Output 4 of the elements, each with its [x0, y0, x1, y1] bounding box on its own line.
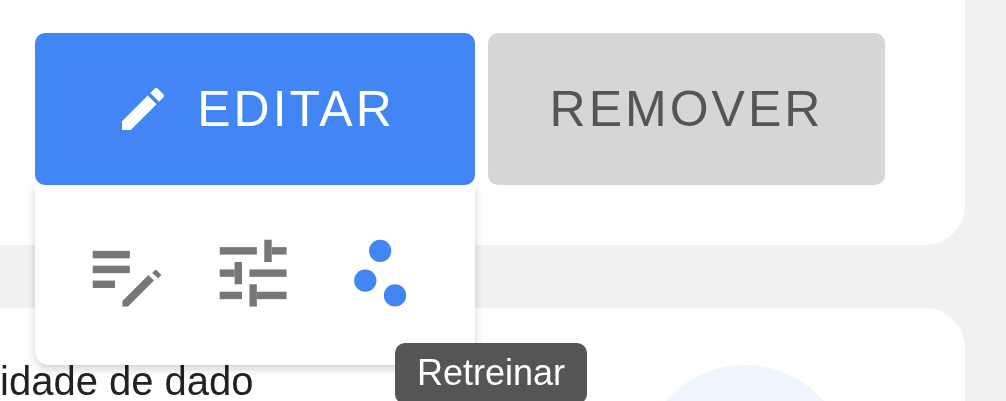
- body-text: idade de dado: [0, 358, 254, 401]
- remove-button[interactable]: REMOVER: [488, 33, 885, 185]
- tooltip: Retreinar: [395, 343, 588, 401]
- edit-button[interactable]: EDITAR: [35, 33, 475, 185]
